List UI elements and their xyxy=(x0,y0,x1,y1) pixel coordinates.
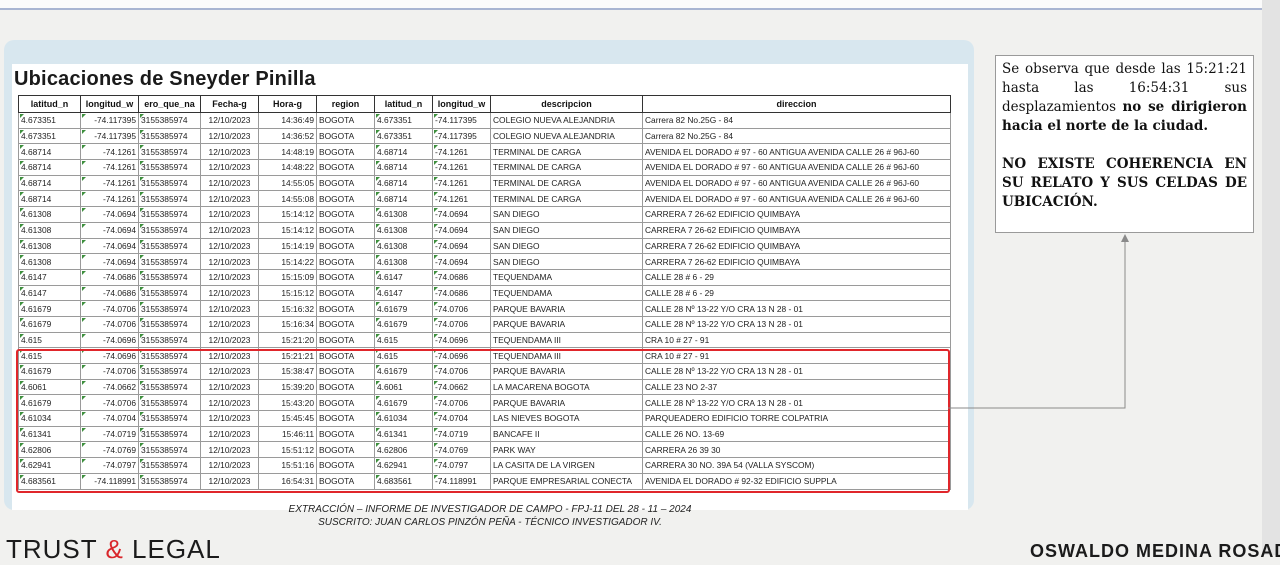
caption-line-2: SUSCRITO: JUAN CARLOS PINZÓN PEÑA - TÉCN… xyxy=(318,517,662,528)
note-paragraph-1: Se observa que desde las 15:21:21 hasta … xyxy=(1002,60,1247,136)
source-caption: EXTRACCIÓN – INFORME DE INVESTIGADOR DE … xyxy=(230,503,750,529)
brand-logo: TRUST & LEGAL xyxy=(6,534,221,565)
brand-right: LEGAL xyxy=(132,534,221,564)
annotation-note: Se observa que desde las 15:21:21 hasta … xyxy=(995,55,1254,233)
brand-ampersand: & xyxy=(105,534,124,564)
note-conclusion: NO EXISTE COHERENCIA EN SU RELATO Y SUS … xyxy=(1002,156,1247,210)
caption-line-1: EXTRACCIÓN – INFORME DE INVESTIGADOR DE … xyxy=(288,504,692,515)
signature-name: OSWALDO MEDINA ROSADA xyxy=(1030,541,1280,561)
brand-left: TRUST xyxy=(6,534,98,564)
